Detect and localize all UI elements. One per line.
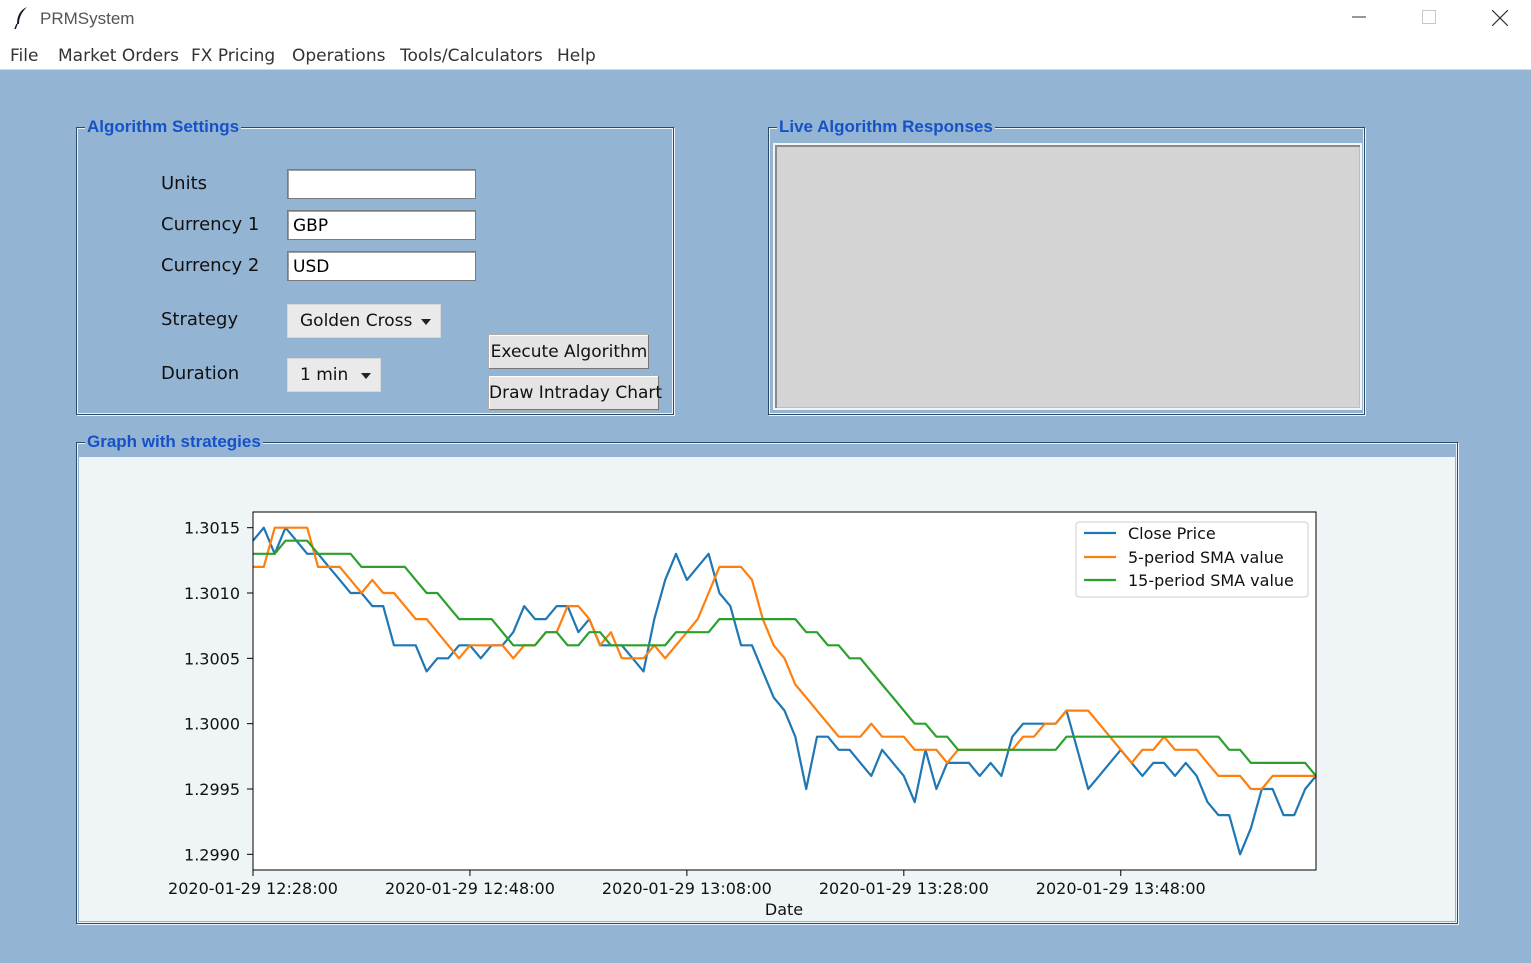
- menu-fx-pricing[interactable]: FX Pricing: [191, 46, 275, 66]
- strategy-value: Golden Cross: [300, 311, 413, 331]
- y-tick-label: 1.3000: [184, 715, 240, 734]
- draw-intraday-chart-button[interactable]: Draw Intraday Chart: [488, 375, 662, 411]
- x-tick-label: 2020-01-29 12:28:00: [168, 879, 338, 898]
- execute-algorithm-button[interactable]: Execute Algorithm: [488, 334, 650, 370]
- x-tick-label: 2020-01-29 12:48:00: [385, 879, 555, 898]
- intraday-chart: 1.2990 1.2995 1.3000 1.3005 1.3010 1.3015 2020…: [168, 511, 1317, 919]
- legend-close-price: Close Price: [1128, 524, 1216, 543]
- menu-market-orders[interactable]: Market Orders: [58, 46, 179, 66]
- x-tick-label: 2020-01-29 13:48:00: [1036, 879, 1206, 898]
- y-tick-label: 1.3015: [184, 519, 240, 538]
- feather-icon: [14, 7, 27, 30]
- x-axis-label: Date: [765, 900, 803, 919]
- units-input[interactable]: [287, 169, 476, 199]
- minimize-icon: [1352, 16, 1366, 18]
- menu-help[interactable]: Help: [557, 46, 596, 66]
- duration-select[interactable]: 1 min: [287, 358, 381, 392]
- currency1-label: Currency 1: [161, 214, 260, 235]
- window-title: PRMSystem: [40, 9, 135, 28]
- responses-text-area[interactable]: [773, 143, 1362, 410]
- algorithm-settings-title: Algorithm Settings: [85, 117, 242, 137]
- close-button[interactable]: [1476, 0, 1522, 36]
- chart-legend: Close Price 5-period SMA value 15-period…: [1075, 521, 1309, 598]
- chevron-down-icon: [421, 319, 431, 325]
- maximize-icon: [1422, 10, 1436, 24]
- y-tick-label: 1.2995: [184, 780, 240, 799]
- chevron-down-icon: [361, 373, 371, 379]
- legend-sma15: 15-period SMA value: [1128, 571, 1294, 590]
- x-tick-label: 2020-01-29 13:28:00: [819, 879, 989, 898]
- menu-file[interactable]: File: [10, 46, 38, 66]
- duration-label: Duration: [161, 363, 240, 384]
- maximize-button[interactable]: [1406, 0, 1452, 36]
- menu-bar: File Market Orders FX Pricing Operations…: [0, 38, 1531, 70]
- currency1-input[interactable]: GBP: [287, 210, 476, 240]
- legend-sma5: 5-period SMA value: [1128, 548, 1284, 567]
- menu-tools-calculators[interactable]: Tools/Calculators: [400, 46, 543, 66]
- close-icon: [1492, 10, 1508, 26]
- graph-title: Graph with strategies: [85, 432, 263, 452]
- duration-value: 1 min: [300, 365, 349, 385]
- strategy-select[interactable]: Golden Cross: [287, 304, 441, 338]
- live-responses-title: Live Algorithm Responses: [777, 117, 995, 137]
- y-tick-label: 1.2990: [184, 845, 240, 864]
- currency2-input[interactable]: USD: [287, 251, 476, 281]
- x-tick-label: 2020-01-29 13:08:00: [602, 879, 772, 898]
- y-tick-label: 1.3005: [184, 649, 240, 668]
- minimize-button[interactable]: [1336, 0, 1382, 36]
- title-bar: PRMSystem: [0, 0, 1531, 38]
- strategy-label: Strategy: [161, 309, 239, 330]
- y-tick-label: 1.3010: [184, 584, 240, 603]
- currency2-label: Currency 2: [161, 255, 260, 276]
- menu-operations[interactable]: Operations: [292, 46, 385, 66]
- units-label: Units: [161, 173, 208, 194]
